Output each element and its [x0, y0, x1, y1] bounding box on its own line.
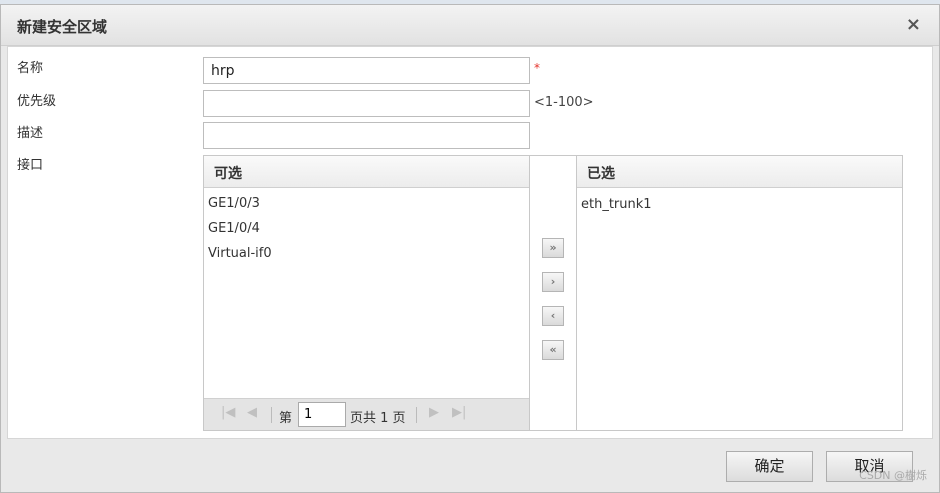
name-input[interactable]: [203, 57, 530, 84]
required-mark: *: [534, 61, 540, 75]
add-button[interactable]: ›: [542, 272, 564, 292]
priority-input[interactable]: [203, 90, 530, 117]
last-page-icon[interactable]: ▶|: [452, 405, 466, 420]
next-page-icon[interactable]: ▶: [429, 405, 439, 420]
first-page-icon[interactable]: |◀: [221, 405, 235, 420]
new-security-zone-dialog: 新建安全区域 × 名称 * 优先级 <1-100> 描述 接口 可选 GE1/0…: [0, 4, 940, 493]
interface-label: 接口: [17, 158, 44, 173]
remove-button[interactable]: ‹: [542, 306, 564, 326]
list-item[interactable]: eth_trunk1: [581, 192, 902, 217]
dialog-content: 名称 * 优先级 <1-100> 描述 接口 可选 GE1/0/3 GE1/0/…: [7, 46, 933, 439]
pagination-bar: |◀ ◀ 第 页共 1 页 ▶ ▶|: [204, 398, 529, 430]
dialog-title: 新建安全区域: [17, 18, 108, 36]
priority-label: 优先级: [17, 94, 57, 109]
list-item[interactable]: Virtual-if0: [208, 241, 529, 266]
page-suffix: 页共 1 页: [350, 411, 406, 426]
available-list: GE1/0/3 GE1/0/4 Virtual-if0: [204, 188, 529, 266]
selected-list: eth_trunk1: [577, 188, 902, 217]
available-list-header: 可选: [204, 156, 529, 188]
selected-list-header: 已选: [577, 156, 902, 188]
name-label: 名称: [17, 61, 44, 76]
dialog-titlebar: 新建安全区域 ×: [1, 5, 939, 46]
pager-divider: [416, 407, 417, 423]
description-label: 描述: [17, 126, 44, 141]
pager-divider: [271, 407, 272, 423]
list-item[interactable]: GE1/0/4: [208, 216, 529, 241]
description-input[interactable]: [203, 122, 530, 149]
transfer-controls: » › ‹ «: [530, 155, 576, 431]
available-list-panel: 可选 GE1/0/3 GE1/0/4 Virtual-if0 |◀ ◀ 第 页共…: [203, 155, 530, 431]
prev-page-icon[interactable]: ◀: [247, 405, 257, 420]
watermark: CSDN @樹烁: [859, 469, 927, 482]
ok-button[interactable]: 确定: [726, 451, 813, 482]
add-all-button[interactable]: »: [542, 238, 564, 258]
page-number-input[interactable]: [298, 402, 346, 427]
selected-list-panel: 已选 eth_trunk1: [576, 155, 903, 431]
close-icon[interactable]: ×: [906, 15, 921, 35]
priority-range-hint: <1-100>: [534, 95, 594, 110]
page-prefix: 第: [279, 411, 293, 426]
list-item[interactable]: GE1/0/3: [208, 191, 529, 216]
remove-all-button[interactable]: «: [542, 340, 564, 360]
